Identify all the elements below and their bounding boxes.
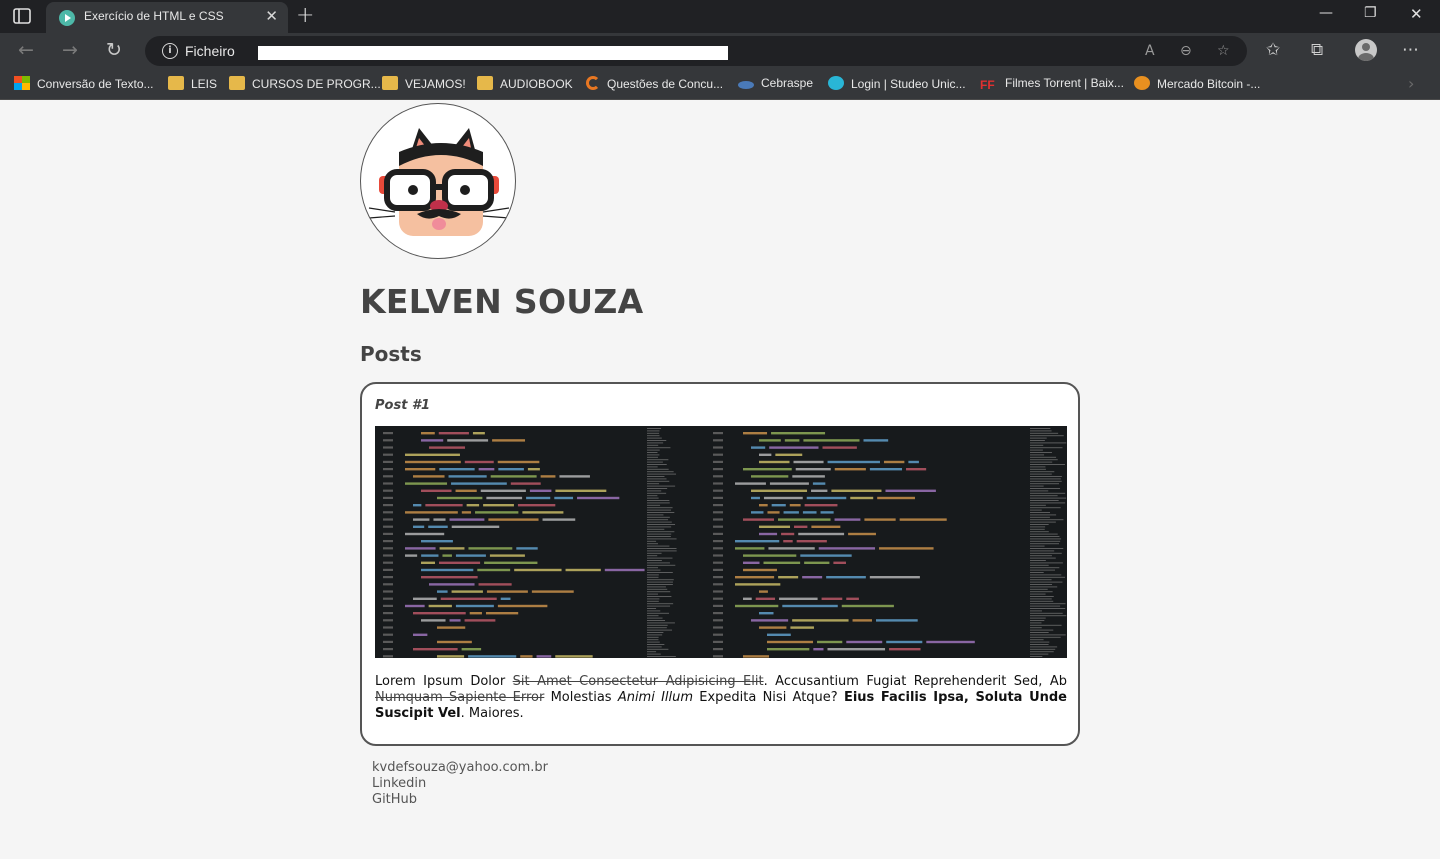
restore-button[interactable]: ❐ — [1364, 5, 1377, 21]
site-info-icon[interactable]: i — [162, 43, 178, 59]
tab-favicon-icon — [59, 10, 75, 26]
post-text-italic: Animi Illum — [617, 690, 694, 705]
cat-avatar-icon — [368, 128, 510, 236]
zoom-out-icon[interactable]: ⊖ — [1180, 43, 1192, 59]
folder-icon — [168, 76, 184, 90]
bookmark-item[interactable]: Mercado Bitcoin -... — [1134, 76, 1260, 92]
new-tab-button[interactable]: + — [296, 3, 314, 28]
tab-title: Exercício de HTML e CSS — [84, 9, 224, 23]
back-button[interactable]: ← — [18, 39, 34, 61]
bookmark-label: Login | Studeo Unic... — [851, 77, 966, 91]
bookmark-folder[interactable]: CURSOS DE PROGR... — [229, 76, 381, 92]
collections-icon[interactable]: ⧉ — [1311, 40, 1323, 60]
bookmark-item[interactable]: Conversão de Texto... — [14, 76, 154, 92]
bitcoin-icon — [1134, 76, 1150, 90]
profile-avatar[interactable] — [1355, 39, 1377, 61]
ff-icon: FF — [980, 78, 995, 92]
folder-icon — [382, 76, 398, 90]
bookmark-label: LEIS — [191, 77, 218, 91]
post-code-image — [375, 426, 1067, 658]
microsoft-icon — [14, 76, 30, 90]
favorites-icon[interactable]: ✩ — [1266, 40, 1280, 60]
bookmark-label: Filmes Torrent | Baix... — [1005, 76, 1124, 90]
cebraspe-icon — [738, 81, 754, 89]
post-label: Post #1 — [375, 398, 431, 413]
bookmark-folder[interactable]: VEJAMOS! — [382, 76, 466, 92]
bookmark-item[interactable]: Cebraspe — [738, 76, 813, 92]
bookmark-label: Questões de Concu... — [607, 77, 724, 91]
read-aloud-icon[interactable]: A — [1145, 43, 1155, 59]
minimize-button[interactable]: — — [1319, 5, 1333, 21]
post-text-segment: . Maiores. — [460, 706, 524, 721]
bookmark-item[interactable]: Login | Studeo Unic... — [828, 76, 966, 92]
bookmarks-overflow-icon[interactable]: › — [1408, 74, 1414, 93]
studeo-icon — [828, 76, 844, 90]
bookmark-label: Conversão de Texto... — [37, 77, 154, 91]
reload-button[interactable]: ↻ — [106, 39, 122, 61]
bookmark-label: CURSOS DE PROGR... — [252, 77, 381, 91]
github-link[interactable]: GitHub — [372, 792, 548, 808]
post-text-strike: Sit Amet Consectetur Adipisicing Elit — [512, 674, 764, 689]
more-menu-icon[interactable]: ⋯ — [1402, 40, 1419, 60]
bookmark-label: VEJAMOS! — [405, 77, 466, 91]
address-url-redacted[interactable] — [258, 46, 728, 60]
address-bar[interactable]: i Ficheiro A ⊖ ☆ — [145, 36, 1247, 66]
bookmark-folder[interactable]: LEIS — [168, 76, 217, 92]
code-screenshot-icon — [383, 428, 1067, 658]
close-window-button[interactable]: ✕ — [1410, 5, 1423, 23]
folder-icon — [477, 76, 493, 90]
post-text-segment: . Accusantium Fugiat Reprehenderit Sed, … — [763, 674, 1067, 689]
profile-avatar-image — [360, 103, 516, 259]
email-link[interactable]: kvdefsouza@yahoo.com.br — [372, 760, 548, 776]
address-scheme: Ficheiro — [185, 43, 235, 59]
qconcursos-icon — [586, 76, 600, 90]
bookmark-folder[interactable]: AUDIOBOOK — [477, 76, 573, 92]
post-text-segment: Expedita Nisi Atque? — [693, 690, 844, 705]
browser-titlebar: Exercício de HTML e CSS ✕ + — ❐ ✕ — [0, 0, 1440, 33]
contacts-list: kvdefsouza@yahoo.com.br Linkedin GitHub — [372, 760, 548, 808]
add-favorite-icon[interactable]: ☆ — [1217, 43, 1230, 59]
browser-tab[interactable]: Exercício de HTML e CSS ✕ — [46, 2, 288, 33]
post-text-segment: Molestias — [544, 690, 618, 705]
forward-button[interactable]: → — [62, 39, 78, 61]
bookmark-label: Cebraspe — [761, 76, 814, 90]
post-card: Post #1 Lorem Ipsum Dolor Sit Amet Conse… — [360, 382, 1080, 746]
bookmark-label: Mercado Bitcoin -... — [1157, 77, 1261, 91]
folder-icon — [229, 76, 245, 90]
post-body-text: Lorem Ipsum Dolor Sit Amet Consectetur A… — [375, 674, 1067, 722]
post-text-strike: Numquam Sapiente Error — [375, 690, 545, 705]
tab-close-icon[interactable]: ✕ — [265, 7, 278, 25]
bookmark-item[interactable]: FF Filmes Torrent | Baix... — [980, 76, 1124, 92]
posts-heading: Posts — [360, 342, 422, 366]
tab-actions-icon[interactable] — [12, 7, 32, 25]
bookmark-label: AUDIOBOOK — [500, 77, 573, 91]
bookmarks-bar: Conversão de Texto... LEIS CURSOS DE PRO… — [0, 69, 1440, 100]
browser-toolbar: ← → ↻ i Ficheiro A ⊖ ☆ ✩ ⧉ ⋯ — [0, 33, 1440, 69]
bookmark-item[interactable]: Questões de Concu... — [586, 76, 723, 92]
linkedin-link[interactable]: Linkedin — [372, 776, 548, 792]
profile-name: KELVEN SOUZA — [360, 282, 644, 321]
post-text-segment: Lorem Ipsum Dolor — [375, 674, 513, 689]
